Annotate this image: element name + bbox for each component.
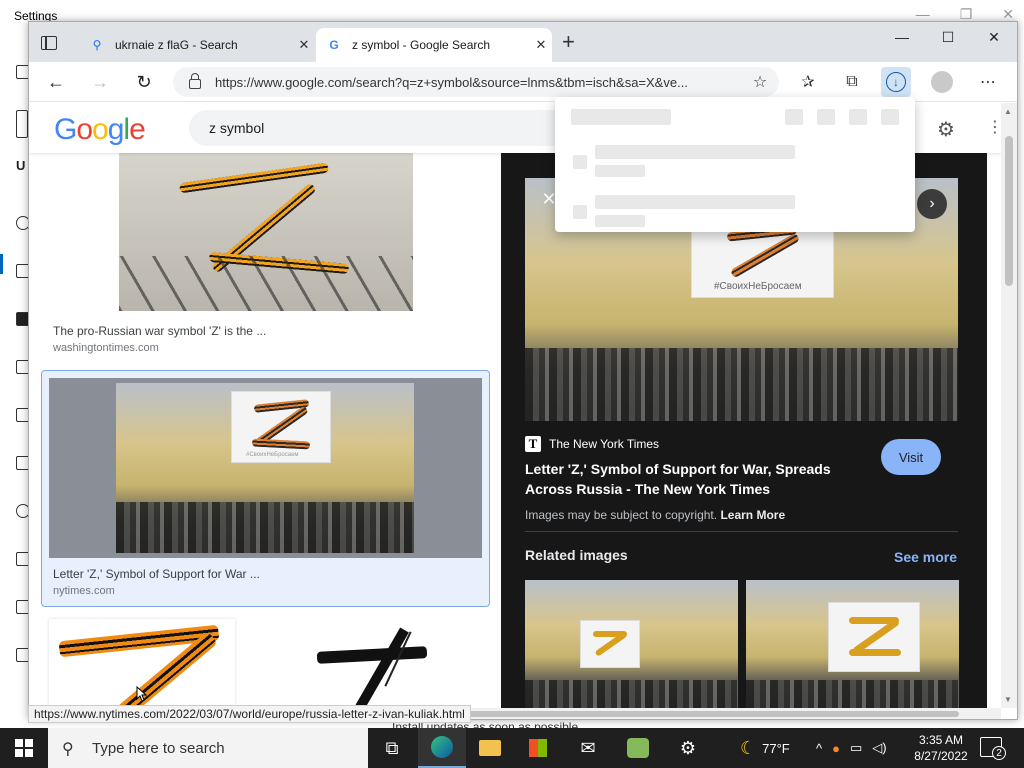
tab-title: z symbol - Google Search <box>352 38 491 52</box>
url-text: https://www.google.com/search?q=z+symbol… <box>215 74 688 90</box>
link-status-bar: https://www.nytimes.com/2022/03/07/world… <box>28 705 471 723</box>
store-icon[interactable] <box>514 728 562 768</box>
notification-count: 2 <box>992 746 1006 760</box>
address-bar[interactable]: https://www.google.com/search?q=z+symbol… <box>173 67 779 97</box>
close-tab-icon[interactable]: ✕ <box>293 37 315 53</box>
clock-date: 8/27/2022 <box>914 749 968 763</box>
clock-time: 3:35 AM <box>918 733 964 747</box>
publisher-name: The New York Times <box>549 437 660 451</box>
settings-sidebar: U <box>0 40 30 720</box>
result-title[interactable]: Letter 'Z,' Symbol of Support for War ..… <box>53 567 260 581</box>
tab-actions-icon[interactable] <box>41 36 57 50</box>
edge-browser-icon[interactable] <box>418 728 466 768</box>
section-letter: U <box>16 158 26 173</box>
vertical-scroll-thumb[interactable] <box>1005 136 1013 286</box>
downloads-icon[interactable]: ↓ <box>881 67 911 97</box>
result-card-1[interactable]: The pro-Russian war symbol 'Z' is the ..… <box>29 153 501 363</box>
profile-avatar[interactable] <box>931 71 953 93</box>
taskbar-search-box[interactable]: ⚲ Type here to search <box>48 728 368 768</box>
google-logo[interactable]: Google <box>54 113 146 147</box>
search-box-icon[interactable] <box>16 110 28 138</box>
search-icon: ⚲ <box>62 741 74 758</box>
mail-icon[interactable]: ✉ <box>564 728 612 768</box>
learn-more-link[interactable]: Learn More <box>720 508 785 522</box>
people-app-icon[interactable] <box>614 728 662 768</box>
avast-icon[interactable]: ● <box>832 741 840 756</box>
result-card-2-selected[interactable]: #СвоихНеБросаем Letter 'Z,' Symbol of Su… <box>41 370 490 607</box>
refresh-icon[interactable]: ↻ <box>131 70 157 94</box>
forward-icon[interactable]: → <box>87 70 113 94</box>
copyright-text: Images may be subject to copyright. <box>525 508 718 522</box>
tab-title: ukrnaie z flaG - Search <box>115 38 238 52</box>
add-favorite-icon[interactable]: ☆ <box>749 71 771 93</box>
search-input[interactable]: z symbol <box>189 110 589 146</box>
image-preview-panel: #СвоихНеБросаем ✕ › T The New York Times… <box>501 153 987 708</box>
apps-grid-icon[interactable]: ⋮⋮ <box>987 117 1001 139</box>
taskbar-search-placeholder: Type here to search <box>92 739 225 757</box>
file-explorer-icon[interactable] <box>466 728 514 768</box>
google-g-icon: G <box>329 38 339 52</box>
nyt-logo-icon: T <box>525 436 541 452</box>
network-icon[interactable]: ▭ <box>850 740 862 756</box>
divider <box>525 531 958 532</box>
result-source[interactable]: washingtontimes.com <box>53 342 159 354</box>
windows-taskbar: ⚲ Type here to search ⧉ ✉ ⚙ ☾ 77°F ^ ● ▭… <box>0 728 1024 768</box>
new-tab-icon[interactable]: + <box>562 31 575 53</box>
tab-ukraine-search[interactable]: ⚲ ukrnaie z flaG - Search ✕ <box>79 28 315 62</box>
result-title[interactable]: The pro-Russian war symbol 'Z' is the ..… <box>53 324 266 338</box>
moon-icon: ☾ <box>740 737 757 758</box>
selected-accent <box>0 254 3 274</box>
chevron-up-icon[interactable]: ^ <box>816 741 822 756</box>
preview-source[interactable]: T The New York Times <box>525 436 659 452</box>
close-tab-icon[interactable]: ✕ <box>530 37 552 53</box>
task-view-icon[interactable]: ⧉ <box>368 728 416 768</box>
related-image-1[interactable] <box>525 580 738 708</box>
billboard-caption: #СвоихНеБросаем <box>246 452 299 458</box>
preview-title[interactable]: Letter 'Z,' Symbol of Support for War, S… <box>525 459 855 499</box>
more-options-icon[interactable]: ⋯ <box>977 71 999 93</box>
result-image-nyt[interactable]: #СвоихНеБросаем <box>49 378 482 558</box>
window-controls: — ☐ ✕ <box>879 22 1017 52</box>
gear-icon[interactable]: ⚙ <box>937 117 959 141</box>
browser-toolbar: ← → ↻ https://www.google.com/search?q=z+… <box>29 62 1017 102</box>
weather-temp: 77°F <box>762 740 790 756</box>
back-icon[interactable]: ← <box>43 70 69 94</box>
maximize-icon[interactable]: ☐ <box>925 22 971 52</box>
visit-button[interactable]: Visit <box>881 439 941 475</box>
lock-icon[interactable] <box>189 73 201 89</box>
copyright-note: Images may be subject to copyright. Lear… <box>525 508 785 522</box>
volume-icon[interactable]: ◁) <box>872 740 886 756</box>
result-source[interactable]: nytimes.com <box>53 585 115 597</box>
preview-billboard-caption: #СвоихНеБросаем <box>714 281 802 292</box>
favorites-icon[interactable]: ✰ <box>797 71 819 93</box>
search-icon: ⚲ <box>92 38 102 52</box>
related-image-2[interactable] <box>746 580 959 708</box>
image-results: The pro-Russian war symbol 'Z' is the ..… <box>29 153 501 708</box>
related-images-heading: Related images <box>525 547 628 563</box>
collections-icon[interactable]: ⧉ <box>841 71 863 93</box>
weather-widget[interactable]: ☾ 77°F <box>740 728 790 768</box>
tab-bar: ⚲ ukrnaie z flaG - Search ✕ G z symbol -… <box>29 22 1017 62</box>
vertical-scrollbar[interactable]: ▲ ▼ <box>1001 103 1017 708</box>
result-image-z-wall[interactable] <box>119 153 413 311</box>
minimize-icon[interactable]: — <box>879 22 925 52</box>
system-tray: ^ ● ▭ ◁) <box>816 728 887 768</box>
see-more-link[interactable]: See more <box>894 549 957 565</box>
windows-logo-icon <box>15 739 33 757</box>
settings-gear-icon[interactable]: ⚙ <box>664 728 712 768</box>
start-button[interactable] <box>0 728 48 768</box>
result-card-4[interactable] <box>257 619 481 708</box>
downloads-flyout <box>555 97 915 232</box>
next-image-icon[interactable]: › <box>917 189 947 219</box>
close-window-icon[interactable]: ✕ <box>971 22 1017 52</box>
clock[interactable]: 3:35 AM 8/27/2022 <box>908 732 974 764</box>
tab-z-symbol[interactable]: G z symbol - Google Search ✕ <box>316 28 552 62</box>
mouse-cursor-icon <box>136 686 148 702</box>
